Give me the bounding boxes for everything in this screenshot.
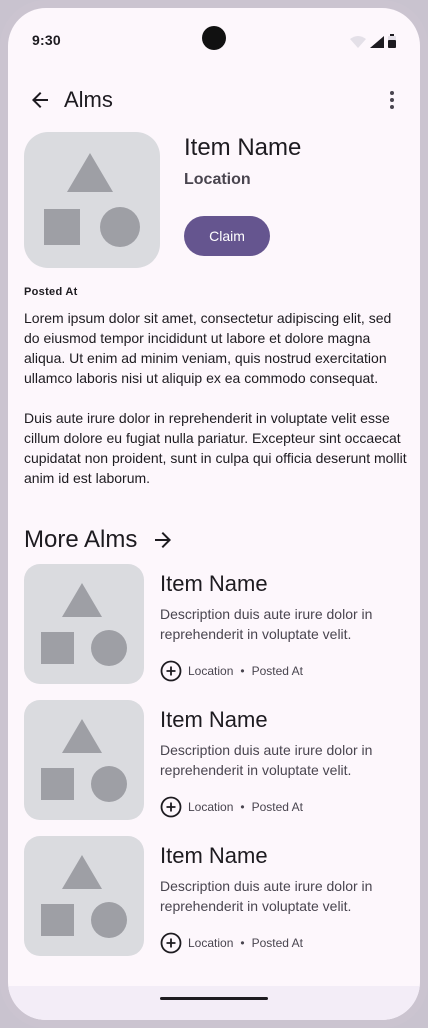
list-item-title: Item Name [160,571,268,596]
description-paragraph: Lorem ipsum dolor sit amet, consectetur … [24,310,392,386]
home-gesture-handle[interactable] [160,997,268,1000]
list-item-description: Description duis aute irure dolor in rep… [160,742,373,778]
meta-separator: • [240,936,245,950]
list-item-meta: Location • Posted At [160,660,303,682]
list-item-meta: Location • Posted At [160,796,303,818]
list-item-posted-at: Posted At [251,936,303,950]
wifi-icon [350,36,366,48]
posted-at-label: Posted At [24,286,78,298]
battery-icon [388,34,396,48]
list-item-posted-at: Posted At [251,664,303,678]
list-item-location: Location [188,936,234,950]
camera-cutout [202,26,226,50]
list-item-description: Description duis aute irure dolor in rep… [160,878,373,914]
image-placeholder-icon [41,583,127,666]
status-time: 9:30 [32,32,61,48]
navigation-bar [8,986,420,1020]
image-placeholder-icon [41,719,127,802]
claim-button[interactable]: Claim [184,216,270,256]
more-alms-header[interactable]: More Alms [24,524,175,556]
list-item-thumbnail [24,564,144,684]
more-alms-list: Item Name Description duis aute irure do… [24,564,404,972]
list-item-title: Item Name [160,707,268,732]
list-item-thumbnail [24,836,144,956]
arrow-back-icon [32,92,48,108]
list-item-meta: Location • Posted At [160,932,303,954]
add-circle-icon[interactable] [160,932,182,954]
add-circle-icon[interactable] [160,660,182,682]
page-title: Alms [64,87,113,112]
list-item-location: Location [188,800,234,814]
list-item-posted-at: Posted At [251,800,303,814]
item-location: Location [184,171,251,188]
list-item-location: Location [188,664,234,678]
list-item[interactable]: Item Name Description duis aute irure do… [24,564,404,700]
more-options-button[interactable] [372,80,412,120]
list-item-thumbnail [24,700,144,820]
list-item-description: Description duis aute irure dolor in rep… [160,606,373,642]
item-title: Item Name [184,134,302,161]
top-app-bar: Alms [8,72,420,128]
status-icons [350,34,396,48]
meta-separator: • [240,664,245,678]
meta-separator: • [240,800,245,814]
device-frame: 9:30 Alms Item Name Location Claim Poste… [0,0,428,1028]
screen: 9:30 Alms Item Name Location Claim Poste… [8,8,420,1020]
list-item[interactable]: Item Name Description duis aute irure do… [24,700,404,836]
item-header: Item Name Location [184,132,301,192]
image-placeholder-icon [41,855,127,938]
more-vert-icon [390,91,394,109]
list-item[interactable]: Item Name Description duis aute irure do… [24,836,404,972]
image-placeholder-icon [44,153,140,247]
arrow-forward-icon[interactable] [151,528,175,552]
signal-icon [370,36,384,48]
item-description: Lorem ipsum dolor sit amet, consectetur … [24,308,408,508]
status-bar: 9:30 [8,8,420,72]
add-circle-icon[interactable] [160,796,182,818]
item-image-placeholder [24,132,160,268]
back-button[interactable] [20,80,60,120]
description-paragraph: Duis aute irure dolor in reprehenderit i… [24,410,407,486]
section-title: More Alms [24,526,138,553]
list-item-title: Item Name [160,843,268,868]
